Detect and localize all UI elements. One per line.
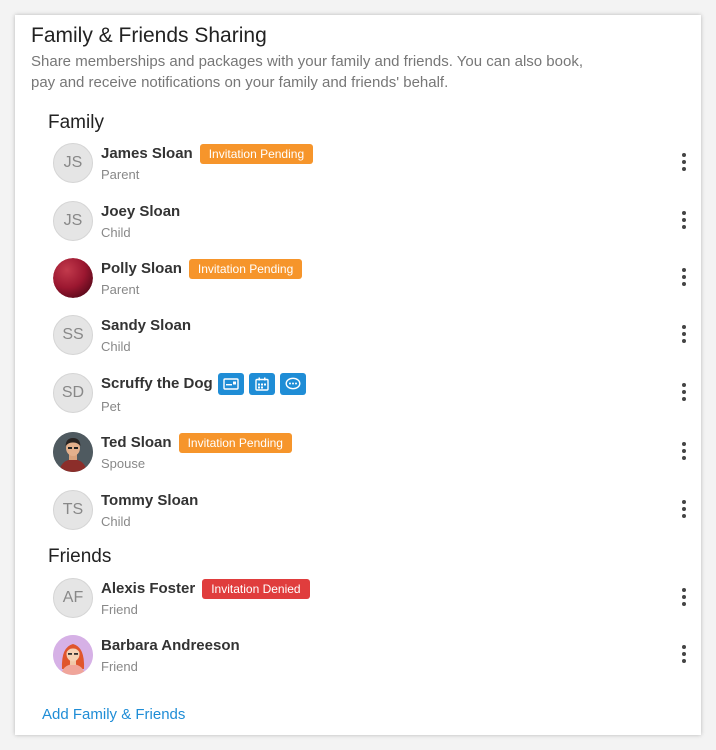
member-role: Child: [101, 514, 131, 529]
member-role: Spouse: [101, 456, 146, 471]
member-name: Polly Sloan: [101, 260, 182, 277]
calendar-icon[interactable]: [248, 372, 275, 395]
page-title: Family & Friends Sharing: [31, 24, 267, 47]
avatar: SD: [53, 373, 93, 413]
more-options-icon[interactable]: [679, 151, 689, 173]
list-item[interactable]: SD Scruffy the Dog Pet: [53, 372, 689, 417]
avatar: [53, 258, 93, 298]
avatar: [53, 635, 93, 675]
member-role: Pet: [101, 399, 121, 414]
membership-card-icon[interactable]: [217, 372, 244, 395]
member-name: Joey Sloan: [101, 203, 181, 220]
list-item[interactable]: Polly Sloan Invitation Pending Parent: [53, 258, 689, 302]
status-badge: Invitation Denied: [202, 578, 310, 599]
member-role: Parent: [101, 282, 140, 297]
member-role: Friend: [101, 659, 138, 674]
avatar: JS: [53, 201, 93, 241]
member-name: Tommy Sloan: [101, 492, 199, 509]
status-badge: Invitation Pending: [178, 432, 292, 453]
member-role: Child: [101, 339, 131, 354]
avatar: JS: [53, 143, 93, 183]
avatar: SS: [53, 315, 93, 355]
list-item[interactable]: TS Tommy Sloan Child: [53, 490, 689, 534]
add-family-friends-link[interactable]: Add Family & Friends: [42, 706, 185, 723]
status-badge: Invitation Pending: [188, 258, 303, 279]
list-item[interactable]: AF Alexis Foster Invitation Denied Frien…: [53, 578, 689, 622]
avatar: TS: [53, 490, 93, 530]
friends-heading: Friends: [48, 546, 112, 567]
list-item[interactable]: Ted Sloan Invitation Pending Spouse: [53, 432, 689, 476]
member-name: Ted Sloan: [101, 434, 172, 451]
chat-bubble-icon[interactable]: [279, 372, 306, 395]
member-name: James Sloan: [101, 145, 193, 162]
more-options-icon[interactable]: [679, 266, 689, 288]
page-description: Share memberships and packages with your…: [31, 53, 583, 91]
list-item[interactable]: JS Joey Sloan Child: [53, 201, 689, 245]
more-options-icon[interactable]: [679, 440, 689, 462]
status-badge: Invitation Pending: [199, 143, 314, 164]
member-name: Scruffy the Dog: [101, 375, 213, 392]
member-name: Sandy Sloan: [101, 317, 192, 334]
more-options-icon[interactable]: [679, 498, 689, 520]
family-friends-card: Family & Friends Sharing Share membershi…: [15, 15, 701, 735]
more-options-icon[interactable]: [679, 381, 689, 403]
member-role: Friend: [101, 602, 138, 617]
list-item[interactable]: SS Sandy Sloan Child: [53, 315, 689, 359]
member-role: Child: [101, 225, 131, 240]
avatar: [53, 432, 93, 472]
more-options-icon[interactable]: [679, 209, 689, 231]
family-heading: Family: [48, 112, 104, 133]
list-item[interactable]: Barbara Andreeson Friend: [53, 635, 689, 679]
member-name: Barbara Andreeson: [101, 637, 240, 654]
member-name: Alexis Foster: [101, 580, 196, 597]
more-options-icon[interactable]: [679, 643, 689, 665]
more-options-icon[interactable]: [679, 323, 689, 345]
more-options-icon[interactable]: [679, 586, 689, 608]
avatar: AF: [53, 578, 93, 618]
member-role: Parent: [101, 167, 140, 182]
list-item[interactable]: JS James Sloan Invitation Pending Parent: [53, 143, 689, 187]
